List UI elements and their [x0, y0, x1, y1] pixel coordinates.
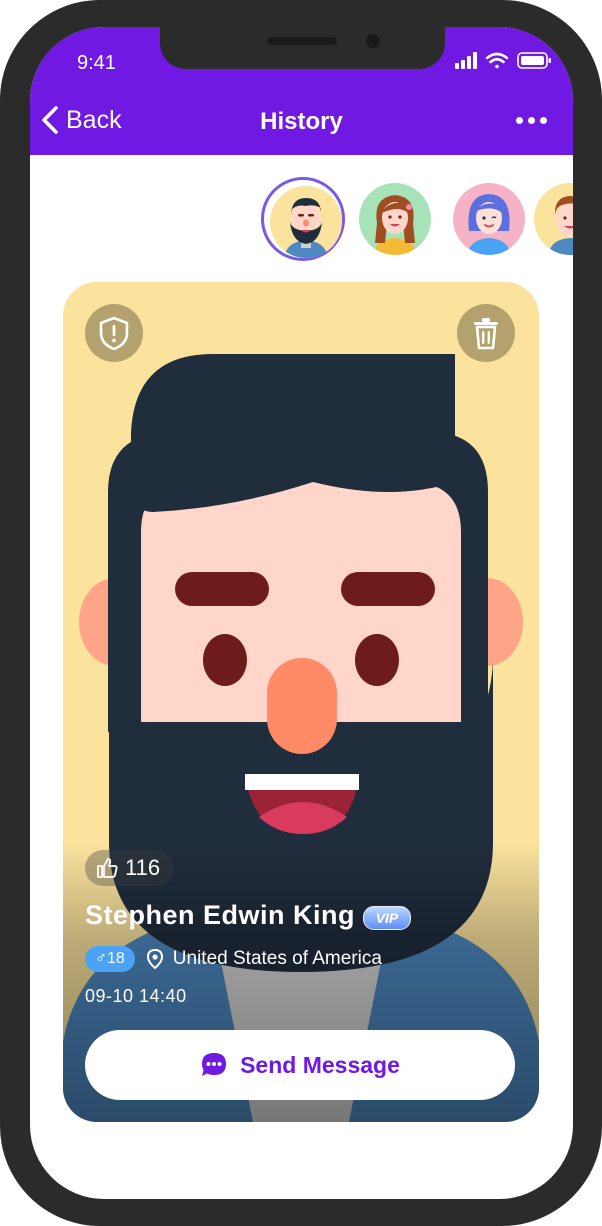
profile-location: United States of America [172, 948, 382, 969]
device-notch [160, 27, 445, 69]
more-dot [540, 117, 547, 124]
trash-icon [474, 318, 498, 350]
visit-timestamp: 09-10 14:40 [85, 986, 187, 1006]
shield-alert-icon [99, 316, 129, 351]
chat-bubble-icon [202, 1053, 227, 1076]
wifi-icon [485, 52, 509, 69]
send-message-button[interactable]: Send Message [85, 1030, 515, 1100]
bearded-man-avatar [270, 186, 342, 258]
report-button[interactable] [85, 304, 143, 362]
more-options-icon[interactable] [516, 117, 547, 124]
woman-brown-hair-avatar[interactable] [359, 183, 431, 255]
screen: 9:41 Back History 116 Stephen Edwin King… [30, 27, 573, 1199]
signal-icon [455, 52, 477, 69]
man-short-hair-avatar[interactable] [534, 183, 573, 255]
header-bar: 9:41 Back History [30, 27, 573, 155]
status-icons [455, 51, 555, 71]
likes-count: 116 [125, 855, 161, 880]
more-dot [516, 117, 523, 124]
thumbs-up-icon [97, 858, 118, 878]
gender-age-badge: ♂18 [85, 946, 135, 972]
likes-counter[interactable]: 116 [85, 850, 175, 886]
send-message-label: Send Message [240, 1051, 400, 1078]
battery-icon [517, 52, 551, 69]
avatar-selected-ring[interactable] [261, 177, 345, 261]
page-title: History [260, 108, 343, 135]
speaker-grille [267, 37, 337, 45]
front-camera [366, 34, 380, 48]
profile-name: Stephen Edwin King [85, 900, 355, 930]
location-pin-icon [146, 948, 163, 970]
delete-button[interactable] [457, 304, 515, 362]
profile-card[interactable]: 116 Stephen Edwin King VIP ♂18 United St… [63, 282, 539, 1122]
profile-info-row: ♂18 United States of America [85, 946, 382, 972]
avatar-history-strip [30, 177, 573, 261]
woman-blue-hair-avatar[interactable] [453, 183, 525, 255]
status-time: 9:41 [77, 52, 116, 74]
vip-badge: VIP [363, 906, 411, 930]
more-dot [528, 117, 535, 124]
